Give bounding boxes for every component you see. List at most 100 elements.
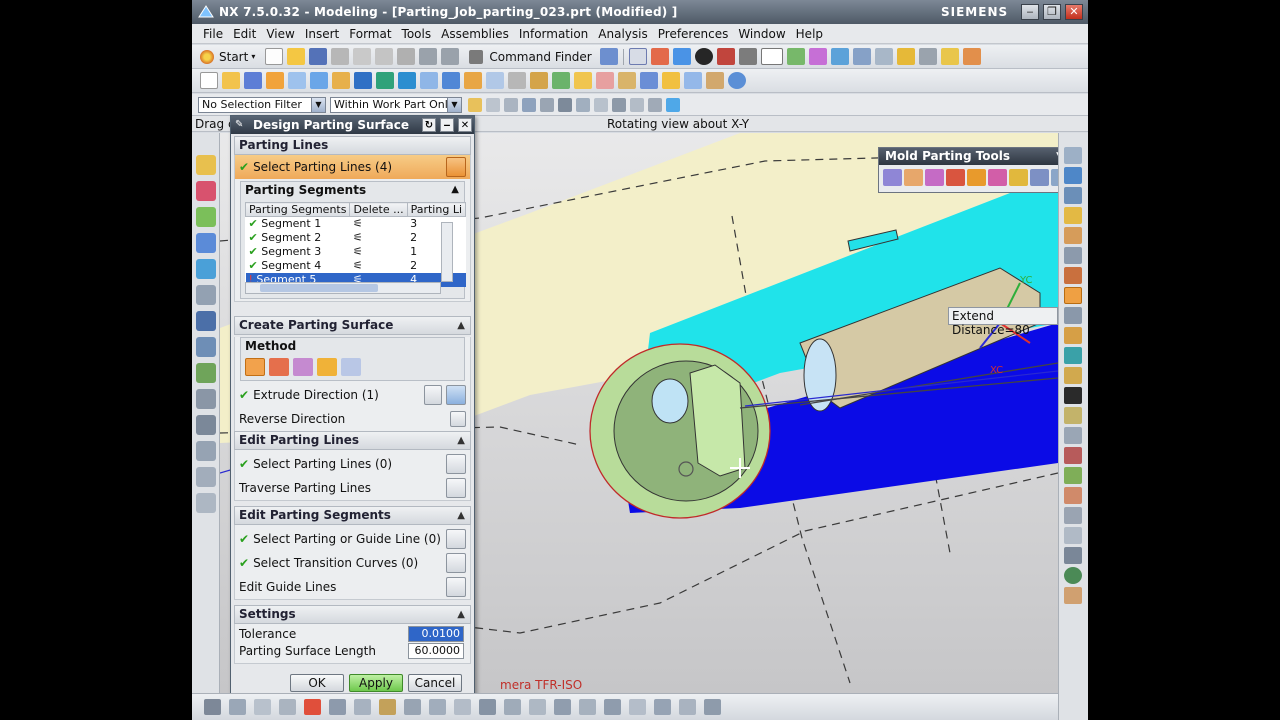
table-row[interactable]: ✔ Segment 3 ⚟ 1 (246, 245, 466, 259)
thicken-icon[interactable] (596, 72, 614, 89)
subtract-icon[interactable] (376, 72, 394, 89)
system-materials-icon[interactable] (196, 337, 216, 357)
shrinkage-icon[interactable] (1064, 207, 1082, 224)
parting-lines-header[interactable]: Parting Lines (234, 136, 471, 155)
rectangle-icon[interactable] (329, 699, 346, 715)
pocket-icon[interactable] (310, 72, 328, 89)
chevron-up-icon[interactable]: ▲ (457, 507, 465, 524)
snap-point-icon[interactable] (468, 97, 482, 112)
chevron-up-icon[interactable]: ▲ (451, 182, 459, 198)
chamfer-icon[interactable] (442, 72, 460, 89)
sew-icon[interactable] (618, 72, 636, 89)
roles-icon[interactable] (196, 415, 216, 435)
ruler-icon[interactable] (940, 48, 959, 65)
section-view-icon[interactable] (962, 48, 981, 65)
intersect-icon[interactable] (398, 72, 416, 89)
curve-select-icon[interactable] (446, 454, 466, 474)
menu-analysis[interactable]: Analysis (593, 27, 652, 41)
apply-button[interactable]: Apply (349, 674, 403, 692)
mold-tools-icon[interactable] (1064, 287, 1082, 304)
dialog-title-bar[interactable]: ✎ Design Parting Surface ↻ ‒ ✕ (231, 116, 474, 134)
trim-mold-icon[interactable] (1064, 487, 1082, 504)
design-parting-surface-icon[interactable] (946, 169, 965, 186)
intersection-curve-icon[interactable] (579, 699, 596, 715)
spline-icon[interactable] (354, 699, 371, 715)
arrow-icon[interactable] (486, 97, 500, 112)
pattern-icon[interactable] (574, 72, 592, 89)
project-init-icon[interactable] (1064, 167, 1082, 184)
control-point-icon[interactable] (540, 97, 554, 112)
menu-information[interactable]: Information (514, 27, 593, 41)
edit-parting-lines-header[interactable]: Edit Parting Lines ▲ (234, 431, 471, 450)
parting-segments-header[interactable]: Parting Segments ▲ (241, 182, 464, 199)
cooling-icon[interactable] (1064, 447, 1082, 464)
gate-library-icon[interactable] (1064, 407, 1082, 424)
slide-lifter-icon[interactable] (1064, 367, 1082, 384)
edit-patch-surface-icon[interactable] (967, 169, 986, 186)
edit-guide-lines-row[interactable]: Edit Guide Lines (235, 575, 470, 599)
cut-icon[interactable] (331, 48, 350, 65)
endpoint-icon[interactable] (504, 97, 518, 112)
project-curve-icon[interactable] (554, 699, 571, 715)
workpiece-icon[interactable] (1064, 227, 1082, 244)
mirror-curve-icon[interactable] (479, 699, 496, 715)
table-row[interactable]: ✔ Segment 2 ⚟ 2 (246, 231, 466, 245)
zoom-icon[interactable] (650, 48, 669, 65)
analysis-icon[interactable] (918, 48, 937, 65)
start-button[interactable]: Start ▾ (198, 49, 255, 64)
intersection-point-icon[interactable] (558, 97, 572, 112)
sketch-task-icon[interactable] (204, 699, 221, 715)
mold-drawing-icon[interactable] (1064, 547, 1082, 564)
edges-display-icon[interactable] (716, 48, 735, 65)
sphere-icon[interactable] (728, 72, 746, 89)
constraints-icon[interactable] (504, 699, 521, 715)
select-transition-curves-row[interactable]: ✔ Select Transition Curves (0) (235, 551, 470, 575)
menu-format[interactable]: Format (344, 27, 396, 41)
bounded-plane-method-icon[interactable] (269, 358, 289, 376)
family-mold-icon[interactable] (1064, 267, 1082, 284)
column-header[interactable]: Delete ... (349, 202, 408, 217)
traverse-parting-lines-row[interactable]: Traverse Parting Lines (235, 476, 470, 500)
settings-header[interactable]: Settings ▲ (234, 605, 471, 624)
delete-icon[interactable] (397, 48, 416, 65)
define-regions-icon[interactable] (925, 169, 944, 186)
mold-base-icon[interactable] (1064, 307, 1082, 324)
pad-icon[interactable] (332, 72, 350, 89)
extrude-method-icon[interactable] (245, 358, 265, 376)
redo-icon[interactable] (441, 48, 460, 65)
offset-curve-icon[interactable] (454, 699, 471, 715)
menu-window[interactable]: Window (733, 27, 790, 41)
cavity-layout-icon[interactable] (1064, 247, 1082, 264)
dimension-icon[interactable] (529, 699, 546, 715)
join-curve-icon[interactable] (629, 699, 646, 715)
quick-extend-icon[interactable] (429, 699, 446, 715)
mold-parting-tools-toolbar[interactable]: Mold Parting Tools ▼ ✕ (878, 147, 1058, 193)
menu-file[interactable]: File (198, 27, 228, 41)
unused-parts-icon[interactable] (1064, 587, 1082, 604)
selection-icon[interactable] (599, 48, 618, 65)
mold-parting-icon[interactable] (904, 169, 923, 186)
system-scenes-icon[interactable] (196, 441, 216, 461)
table-vertical-scrollbar[interactable] (441, 222, 453, 282)
swap-model-icon[interactable] (1009, 169, 1028, 186)
part-navigator-icon[interactable] (196, 207, 216, 227)
quadrant-point-icon[interactable] (594, 97, 608, 112)
edit-guide-lines-icon[interactable] (446, 577, 466, 597)
curve-select-icon[interactable] (446, 529, 466, 549)
sub-insert-icon[interactable] (1064, 387, 1082, 404)
point-icon[interactable] (304, 699, 321, 715)
table-row[interactable]: ✔ Segment 1 ⚟ 3 (246, 217, 466, 231)
draft-icon[interactable] (486, 72, 504, 89)
create-parting-surface-header[interactable]: Create Parting Surface ▲ (234, 316, 471, 335)
manufacturing-wizards-icon[interactable] (196, 389, 216, 409)
existing-point-icon[interactable] (666, 97, 680, 112)
trim-body-icon[interactable] (508, 72, 526, 89)
region-analysis-icon[interactable] (883, 169, 902, 186)
minimize-icon[interactable]: ‒ (440, 118, 454, 132)
select-guide-line-row[interactable]: ✔ Select Parting or Guide Line (0) (235, 527, 470, 551)
scrollbar-thumb[interactable] (260, 284, 378, 292)
pocket-tool-icon[interactable] (1064, 507, 1082, 524)
select-parting-lines-edit-row[interactable]: ✔ Select Parting Lines (0) (235, 452, 470, 476)
table-horizontal-scrollbar[interactable] (245, 282, 441, 294)
define-cavity-core-icon[interactable] (988, 169, 1007, 186)
